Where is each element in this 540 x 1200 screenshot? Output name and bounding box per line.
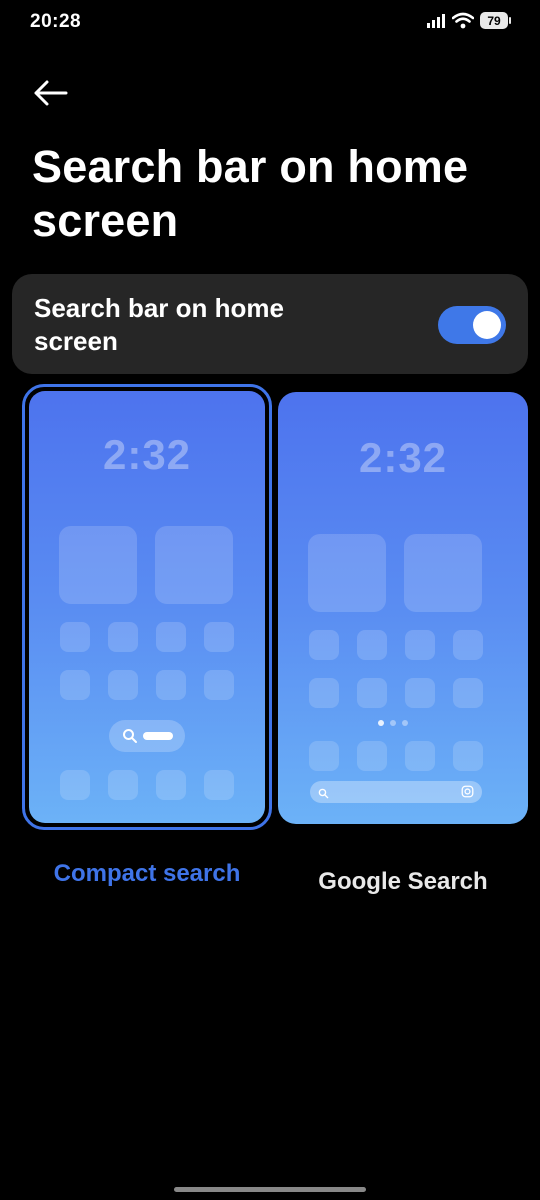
preview-clock: 2:32 xyxy=(102,431,192,478)
preview-app xyxy=(156,770,186,800)
preview-app xyxy=(108,622,138,652)
preview-app xyxy=(108,770,138,800)
search-icon xyxy=(122,728,138,749)
page-title: Search bar on home screen xyxy=(32,141,469,246)
page-dot xyxy=(402,720,408,726)
compact-preview-frame[interactable]: 2:32 xyxy=(22,384,272,830)
preview-app xyxy=(60,770,90,800)
google-preview-frame[interactable]: 2:32 xyxy=(278,392,528,838)
preview-app xyxy=(357,741,387,771)
preview-widget xyxy=(404,534,482,612)
preview-app xyxy=(405,678,435,708)
preview-app xyxy=(453,678,483,708)
preview-widget xyxy=(308,534,386,612)
page-dot xyxy=(378,720,384,726)
preview-widget xyxy=(155,526,233,604)
wifi-icon xyxy=(452,12,474,29)
preview-app xyxy=(453,630,483,660)
signal-icon xyxy=(426,13,446,29)
preview-app xyxy=(309,678,339,708)
arrow-left-icon xyxy=(30,76,70,110)
preview-app xyxy=(357,630,387,660)
option-google-search[interactable]: 2:32 Google Search xyxy=(278,384,528,896)
compact-search-pill xyxy=(109,720,185,752)
status-time: 20:28 xyxy=(30,11,82,32)
compact-preview-screen: 2:32 xyxy=(29,391,265,823)
lens-icon xyxy=(461,785,474,803)
preview-app xyxy=(453,741,483,771)
option-label-google[interactable]: Google Search xyxy=(278,868,528,896)
preview-widget xyxy=(59,526,137,604)
option-label-compact[interactable]: Compact search xyxy=(22,860,272,888)
switch-knob xyxy=(473,311,501,339)
preview-app xyxy=(156,622,186,652)
preview-app xyxy=(309,741,339,771)
battery-icon: 79 xyxy=(480,12,511,29)
status-icons: 79 xyxy=(426,12,511,29)
preview-app xyxy=(156,670,186,700)
preview-app xyxy=(405,630,435,660)
page-dot xyxy=(390,720,396,726)
search-icon xyxy=(318,786,329,804)
preview-app xyxy=(204,770,234,800)
preview-app xyxy=(405,741,435,771)
home-indicator[interactable] xyxy=(174,1187,366,1192)
preview-app xyxy=(60,622,90,652)
search-pill-bar xyxy=(143,732,173,740)
search-bar-toggle-row[interactable]: Search bar on home screen xyxy=(12,274,528,374)
preview-app xyxy=(204,622,234,652)
option-compact-search[interactable]: 2:32 Compact search xyxy=(22,384,272,888)
google-preview-screen: 2:32 xyxy=(278,392,528,824)
status-bar: 20:28 79 xyxy=(0,0,540,48)
preview-app xyxy=(357,678,387,708)
preview-app xyxy=(309,630,339,660)
page-indicator xyxy=(378,720,408,726)
google-search-bar xyxy=(310,781,482,803)
preview-clock: 2:32 xyxy=(358,434,448,481)
preview-app xyxy=(204,670,234,700)
back-button[interactable] xyxy=(30,76,70,110)
toggle-label: Search bar on home screen xyxy=(34,293,284,356)
preview-app xyxy=(108,670,138,700)
search-bar-switch[interactable] xyxy=(438,306,506,344)
preview-app xyxy=(60,670,90,700)
